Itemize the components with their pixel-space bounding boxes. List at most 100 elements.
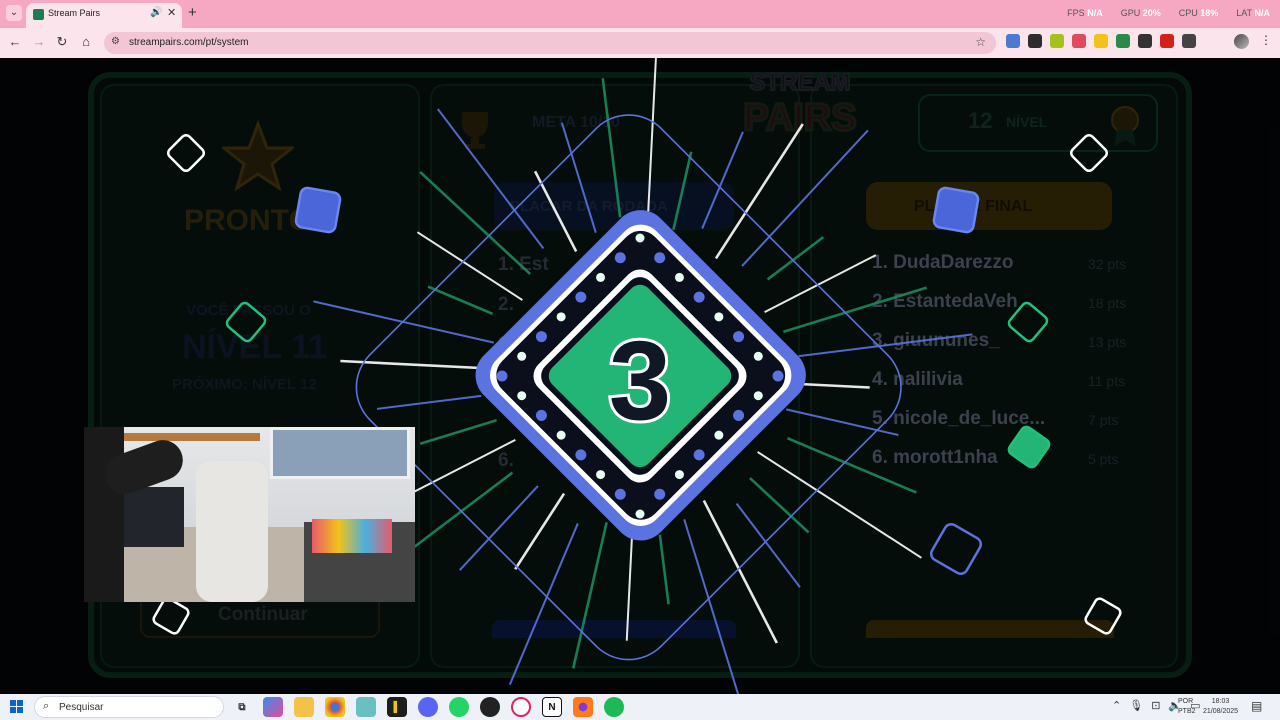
ring-dot (674, 470, 684, 480)
reload-icon[interactable]: ↻ (53, 34, 71, 50)
new-tab-button[interactable]: + (188, 4, 197, 21)
site-info-icon[interactable]: ⚙ (111, 36, 120, 47)
tab-close-icon[interactable]: ✕ (167, 6, 176, 19)
extensions-row (1006, 34, 1196, 48)
floating-diamond (166, 133, 206, 173)
taskbar-search[interactable]: ⌕ Pesquisar (34, 696, 224, 718)
gpu-value: 20% (1142, 8, 1161, 18)
address-bar[interactable]: ⚙ streampairs.com/pt/system ☆ (104, 32, 996, 54)
cpu-value: 18% (1200, 8, 1219, 18)
spotify-icon[interactable] (604, 697, 624, 717)
ring-dot (753, 391, 763, 401)
floating-diamond (1007, 301, 1049, 343)
burst-ray (672, 151, 693, 231)
terminal-icon[interactable]: ▌ (387, 697, 407, 717)
opera-icon[interactable] (511, 697, 531, 717)
notification-icon[interactable]: ▤ (1251, 699, 1262, 713)
burst-ray (571, 521, 608, 669)
gpu-readout: GPU 20% (1121, 8, 1161, 18)
stream-viewport: PRONTO! VOCÊ PASSOU O NÍVEL 11 PRÓXIMO: … (0, 58, 1280, 694)
lang-code: POR (1178, 698, 1194, 705)
lat-readout: LAT N/A (1236, 8, 1270, 18)
firefox-icon[interactable] (573, 697, 593, 717)
floating-diamond (294, 186, 342, 234)
ring-dot (496, 370, 508, 382)
extension-icon[interactable] (1138, 34, 1152, 48)
input-language[interactable]: POR PTB2 (1178, 697, 1196, 717)
browser-toolbar: ← → ↻ ⌂ ⚙ streampairs.com/pt/system ☆ ⋮ (0, 28, 1280, 58)
discord-icon[interactable] (418, 697, 438, 717)
burst-ray (560, 122, 597, 233)
extension-icon[interactable] (1072, 34, 1086, 48)
tray-chevron-icon[interactable]: ⌃ (1112, 699, 1121, 712)
copilot-icon[interactable] (263, 697, 283, 717)
burst-ray (786, 408, 899, 436)
taskbar-clock[interactable]: 18:03 21/08/2025 (1203, 697, 1238, 717)
burst-ray (376, 394, 482, 410)
performance-hud: FPS N/A GPU 20% CPU 18% LAT N/A (1067, 8, 1270, 18)
floating-diamond (1084, 597, 1122, 635)
whatsapp-icon[interactable] (449, 697, 469, 717)
ring-dot (614, 252, 626, 264)
extension-icon[interactable] (1006, 34, 1020, 48)
tab-stream-pairs[interactable]: Stream Pairs 🔊 ✕ (26, 3, 182, 28)
app-icon[interactable] (356, 697, 376, 717)
chrome-icon[interactable] (325, 697, 345, 717)
profile-avatar[interactable] (1234, 34, 1249, 49)
windows-taskbar: ⌕ Pesquisar ⧉ ▌ N ⌃ 🎙 ⊡ 🔈 ▭ POR PTB2 18:… (0, 694, 1280, 720)
browser-menu-icon[interactable]: ⋮ (1260, 33, 1272, 47)
ring-dot (556, 430, 566, 440)
clock-date: 21/08/2025 (1203, 708, 1239, 715)
webcam-chair (196, 461, 268, 602)
task-view-icon[interactable]: ⧉ (232, 697, 252, 717)
speaker-icon[interactable]: 🔊 (150, 7, 162, 18)
notion-icon[interactable]: N (542, 697, 562, 717)
extension-icon[interactable] (1160, 34, 1174, 48)
floating-diamond (1069, 133, 1109, 173)
ring-dot (693, 449, 705, 461)
tab-search-button[interactable]: ⌄ (6, 5, 22, 21)
ring-dot (714, 312, 724, 322)
ring-dot (614, 488, 626, 500)
home-icon[interactable]: ⌂ (77, 34, 95, 49)
extension-icon[interactable] (1182, 34, 1196, 48)
ring-dot (772, 370, 784, 382)
url-text[interactable]: streampairs.com/pt/system (129, 37, 248, 48)
ring-dot (635, 233, 645, 243)
bookmark-star-icon[interactable]: ☆ (975, 35, 986, 49)
lat-label: LAT (1236, 8, 1252, 18)
burst-ray (458, 485, 539, 571)
network-icon[interactable]: ⊡ (1151, 699, 1160, 712)
back-arrow-icon[interactable]: ← (6, 34, 24, 49)
extension-icon[interactable] (1028, 34, 1042, 48)
floating-diamond (225, 301, 267, 343)
browser-tab-strip: ⌄ Stream Pairs 🔊 ✕ + FPS N/A GPU 20% CPU… (0, 0, 1280, 28)
extension-icon[interactable] (1050, 34, 1064, 48)
taskbar-apps: ⧉ ▌ N (232, 697, 624, 717)
file-explorer-icon[interactable] (294, 697, 314, 717)
extension-icon[interactable] (1094, 34, 1108, 48)
ring-dot (556, 312, 566, 322)
windows-start-icon[interactable] (10, 700, 24, 714)
ring-dot (535, 331, 547, 343)
webcam-window (270, 427, 410, 479)
search-placeholder: Pesquisar (59, 702, 104, 713)
burst-ray (683, 519, 740, 694)
webcam-person (84, 427, 124, 602)
burst-ray (658, 534, 670, 605)
gpu-label: GPU (1120, 8, 1141, 18)
webcam-feed (84, 427, 415, 602)
ring-dot (635, 509, 645, 519)
ring-dot (714, 430, 724, 440)
extension-icon[interactable] (1116, 34, 1130, 48)
ring-dot (575, 291, 587, 303)
ring-dot (654, 488, 666, 500)
burst-ray (741, 129, 869, 267)
ring-dot (575, 449, 587, 461)
microphone-icon[interactable]: 🎙 (1129, 699, 1143, 712)
webcam-monitor (124, 487, 184, 547)
obs-icon[interactable] (480, 697, 500, 717)
fps-label: FPS (1067, 8, 1085, 18)
ring-dot (535, 409, 547, 421)
forward-arrow-icon[interactable]: → (30, 34, 48, 49)
